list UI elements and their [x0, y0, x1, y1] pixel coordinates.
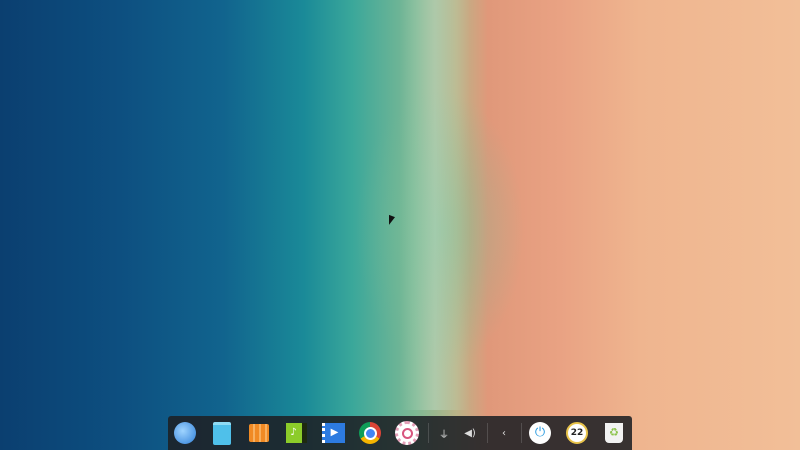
settings-gear-icon[interactable] — [395, 421, 419, 445]
chrome-icon[interactable] — [358, 421, 382, 445]
chevron-left-icon[interactable]: ‹ — [492, 421, 516, 445]
dock: ♪ ▶ ⏚ ◀) ‹ ⏻ 22 ♻ — [168, 416, 632, 450]
shutdown-icon[interactable]: ⏻ — [528, 421, 552, 445]
mouse-cursor-icon — [389, 214, 395, 228]
dock-separator — [428, 423, 429, 443]
clock-text: 22 — [566, 422, 588, 444]
wallpaper-surf — [400, 0, 470, 410]
music-icon[interactable]: ♪ — [284, 421, 308, 445]
file-manager-icon[interactable] — [210, 421, 234, 445]
clock-widget[interactable]: 22 — [565, 421, 589, 445]
movie-icon[interactable]: ▶ — [321, 421, 345, 445]
dock-separator — [487, 423, 488, 443]
app-store-icon[interactable] — [247, 421, 271, 445]
trash-icon[interactable]: ♻ — [602, 421, 626, 445]
launcher-icon[interactable] — [173, 421, 197, 445]
volume-icon[interactable]: ◀) — [458, 421, 482, 445]
usb-icon[interactable]: ⏚ — [432, 421, 456, 445]
dock-separator — [521, 423, 522, 443]
